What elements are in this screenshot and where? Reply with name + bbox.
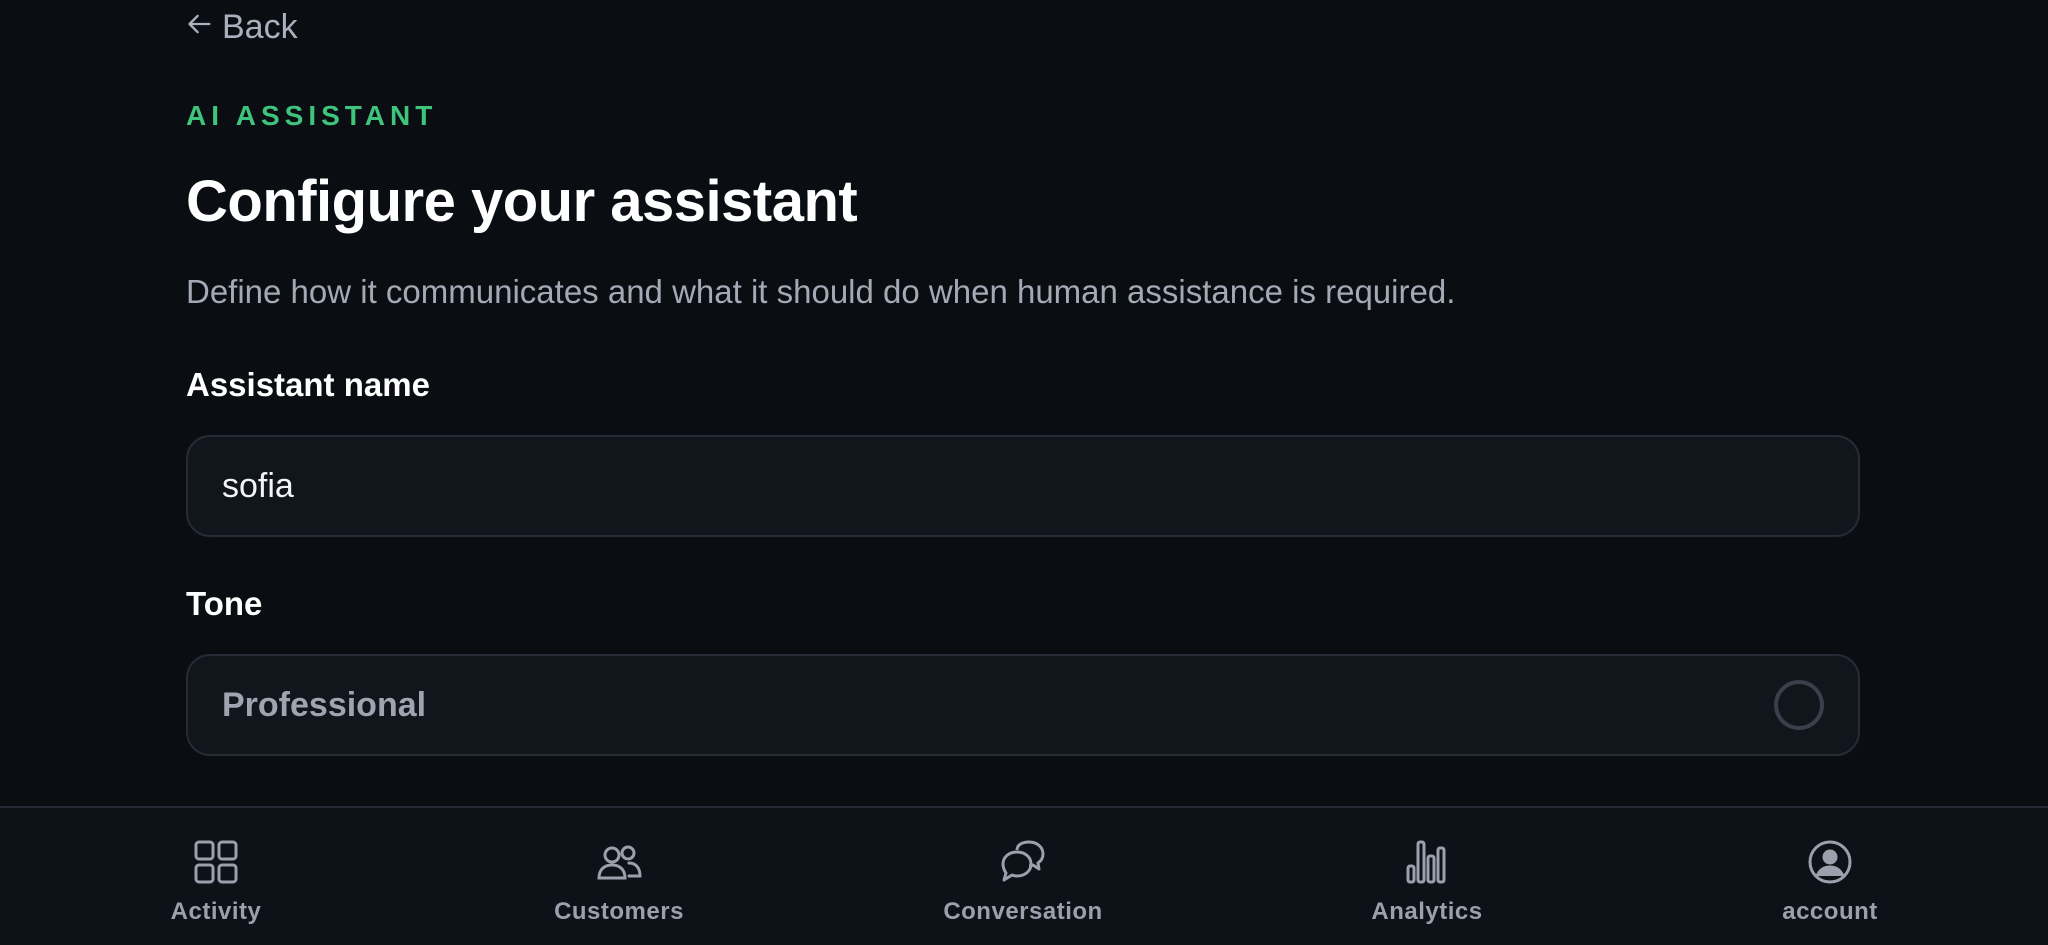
- assistant-name-input[interactable]: [222, 437, 1802, 535]
- back-button[interactable]: Back: [186, 8, 298, 47]
- tone-label: Tone: [186, 585, 263, 622]
- bar-chart-icon: [1403, 838, 1451, 886]
- grid-icon: [192, 838, 240, 886]
- users-icon: [595, 838, 643, 886]
- tone-select[interactable]: Professional: [186, 654, 1860, 756]
- nav-label-account: account: [1782, 898, 1878, 925]
- nav-item-account[interactable]: account: [1710, 808, 1950, 945]
- nav-label-analytics: Analytics: [1371, 898, 1483, 925]
- nav-item-customers[interactable]: Customers: [499, 808, 739, 945]
- chat-bubbles-icon: [999, 838, 1047, 886]
- assistant-name-label: Assistant name: [186, 366, 430, 403]
- nav-label-activity: Activity: [170, 898, 262, 925]
- app-screen: Back AI ASSISTANT Configure your assista…: [0, 0, 2048, 945]
- page-subtitle: Define how it communicates and what it s…: [186, 273, 1456, 310]
- bottom-nav-bar: Activity Customers Conversation Analytic…: [0, 806, 2048, 945]
- arrow-left-icon: [186, 8, 214, 47]
- nav-item-conversation[interactable]: Conversation: [903, 808, 1143, 945]
- nav-label-customers: Customers: [554, 898, 684, 925]
- assistant-name-field[interactable]: [186, 435, 1860, 537]
- loading-spinner-icon: [1774, 680, 1824, 730]
- nav-item-activity[interactable]: Activity: [96, 808, 336, 945]
- nav-label-conversation: Conversation: [943, 898, 1103, 925]
- nav-item-analytics[interactable]: Analytics: [1307, 808, 1547, 945]
- user-circle-icon: [1806, 838, 1854, 886]
- section-eyebrow: AI ASSISTANT: [186, 100, 438, 131]
- tone-selected-value: Professional: [222, 686, 427, 724]
- page-title: Configure your assistant: [186, 169, 858, 234]
- back-label: Back: [222, 8, 298, 46]
